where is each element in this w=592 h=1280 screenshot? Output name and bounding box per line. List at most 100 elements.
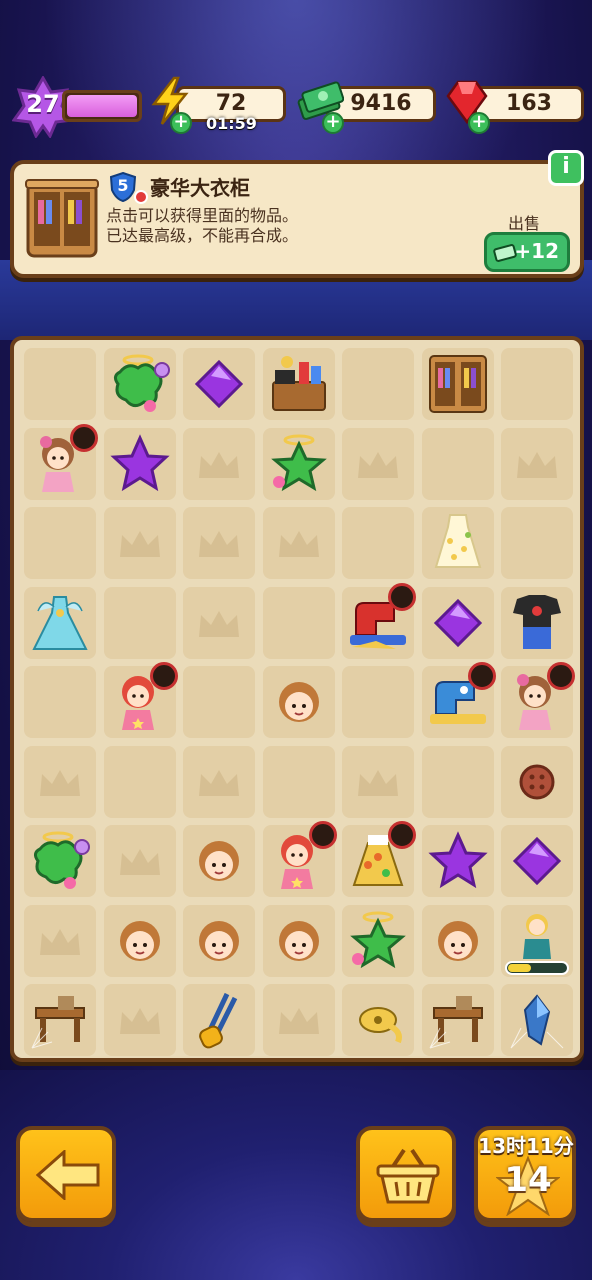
board-cell[interactable] [183, 666, 255, 738]
board-cell[interactable] [24, 666, 96, 738]
cash-icon [493, 244, 517, 262]
board-cell[interactable] [342, 348, 414, 420]
crown-slot-icon [118, 1006, 162, 1036]
crystal-cobweb-icon [505, 988, 569, 1052]
board-cell[interactable] [501, 904, 573, 977]
board-cell[interactable] [501, 745, 573, 818]
board-cell[interactable] [262, 427, 335, 500]
board-cell[interactable] [501, 984, 573, 1056]
board-cell[interactable] [501, 427, 573, 500]
board-cell[interactable] [103, 586, 176, 659]
star-cookie-halo-icon [28, 829, 92, 893]
board-cell[interactable] [103, 507, 176, 579]
info-button[interactable]: i [548, 150, 584, 186]
doll-head-icon [267, 670, 331, 734]
dress-yellow-icon [426, 511, 490, 575]
board-cell[interactable] [501, 662, 575, 738]
board-cell[interactable] [421, 586, 494, 659]
board-cell[interactable] [501, 348, 573, 420]
board-cell[interactable] [103, 745, 176, 818]
board-cell[interactable] [183, 904, 255, 977]
crown-slot-icon [38, 768, 82, 798]
board-cell[interactable] [421, 825, 494, 897]
crown-slot-icon [197, 609, 241, 639]
board-cell[interactable] [342, 821, 416, 897]
purple-star-icon [108, 432, 172, 496]
board-cell[interactable] [421, 745, 494, 818]
board-cell[interactable] [421, 348, 494, 420]
board-cell[interactable] [103, 984, 176, 1056]
board-cell[interactable] [24, 348, 96, 420]
cash-plus-icon[interactable]: + [322, 112, 344, 134]
board-cell[interactable] [183, 825, 255, 897]
board-cell[interactable] [103, 825, 176, 897]
board-cell[interactable] [342, 427, 414, 500]
board-cell[interactable] [501, 507, 573, 579]
board-cell[interactable] [262, 507, 335, 579]
board-cell[interactable] [421, 662, 496, 738]
purple-gem-icon [426, 591, 490, 655]
energy-plus-icon[interactable]: + [170, 112, 192, 134]
board-cell[interactable] [342, 582, 416, 659]
energy-timer: 01:59 [206, 114, 257, 133]
timer-badge-icon [388, 821, 416, 849]
purple-gem-icon [187, 352, 251, 416]
board-cell[interactable] [103, 348, 176, 420]
board-cell[interactable] [262, 904, 335, 977]
board-cell[interactable] [262, 745, 335, 818]
board-cell[interactable] [183, 507, 255, 579]
button-icon [505, 750, 569, 814]
board-cell[interactable] [24, 904, 96, 977]
board-cell[interactable] [103, 427, 176, 500]
board-cell[interactable] [24, 825, 96, 897]
board-cell[interactable] [24, 586, 96, 659]
crown-slot-icon [356, 768, 400, 798]
star-halo-icon [267, 432, 331, 496]
desk-cobweb-icon [426, 988, 490, 1052]
timer-badge-icon [70, 423, 98, 452]
back-button[interactable] [16, 1126, 116, 1222]
board-cell[interactable] [183, 586, 255, 659]
board-cell[interactable] [421, 427, 494, 500]
board-cell[interactable] [501, 825, 573, 897]
board-cell[interactable] [262, 348, 335, 420]
board-cell[interactable] [24, 507, 96, 579]
board-cell[interactable] [262, 586, 335, 659]
board-cell[interactable] [183, 745, 255, 818]
board-cell[interactable] [24, 745, 96, 818]
sewing-desk-icon [267, 352, 331, 416]
board-cell[interactable] [421, 904, 494, 977]
level-progress-fill [67, 95, 137, 117]
item-description: 点击可以获得里面的物品。 已达最高级，不能再合成。 [106, 206, 298, 246]
board-cell[interactable] [183, 348, 255, 420]
board-cell[interactable] [342, 984, 414, 1056]
gem-plus-icon[interactable]: + [468, 112, 490, 134]
board-cell[interactable] [342, 904, 414, 977]
board-cell[interactable] [183, 427, 255, 500]
board-cell[interactable] [342, 507, 414, 579]
description-line-1: 点击可以获得里面的物品。 [106, 206, 299, 225]
level-progress-bar [62, 90, 142, 122]
board-cell[interactable] [421, 507, 494, 579]
board-cell[interactable] [342, 666, 414, 738]
cash-value: 9416 [350, 91, 412, 116]
board-cell[interactable] [262, 666, 335, 738]
board-cell[interactable] [24, 423, 98, 500]
board-cell[interactable] [183, 984, 255, 1056]
board-cell[interactable] [342, 745, 414, 818]
shop-basket-button[interactable] [356, 1126, 456, 1222]
board-cell[interactable] [262, 821, 337, 897]
doll-head-icon [267, 909, 331, 973]
board-cell[interactable] [103, 662, 178, 738]
board-cell[interactable] [501, 586, 573, 659]
board-cell[interactable] [103, 904, 176, 977]
sell-value: +12 [514, 239, 559, 263]
purple-gem-icon [505, 829, 569, 893]
crown-slot-icon [118, 529, 162, 559]
sell-button[interactable]: +12 [484, 232, 570, 272]
gem-counter[interactable]: 163 [474, 86, 584, 122]
timer-badge-icon [149, 662, 178, 690]
board-cell[interactable] [421, 984, 494, 1056]
board-cell[interactable] [262, 984, 335, 1056]
board-cell[interactable] [24, 984, 96, 1056]
